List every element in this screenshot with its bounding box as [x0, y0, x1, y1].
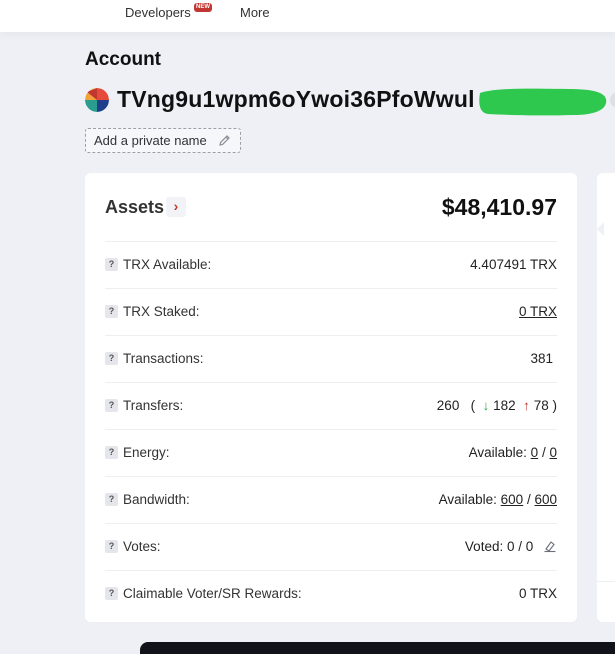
bandwidth-prefix: Available: [438, 492, 497, 507]
help-icon[interactable]: ? [105, 258, 118, 271]
bandwidth-used-link[interactable]: 600 [501, 492, 524, 507]
row-transactions: ? Transactions: 381 [105, 336, 557, 383]
help-icon[interactable]: ? [105, 352, 118, 365]
votes-value: Voted: 0 / 0 [465, 539, 557, 556]
help-icon[interactable]: ? [105, 540, 118, 553]
top-navigation: Developers NEW More [0, 0, 615, 32]
energy-value: Available: 0 / 0 [469, 445, 557, 460]
redaction-mark [479, 88, 607, 116]
separator: / [541, 445, 546, 460]
assets-total-value: $48,410.97 [441, 194, 557, 220]
bottom-dark-panel [140, 642, 615, 654]
energy-prefix: Available: [468, 445, 527, 460]
add-private-name-button[interactable]: Add a private name [85, 128, 241, 153]
row-value: 4.407491 TRX [470, 257, 557, 272]
pencil-icon [218, 134, 231, 150]
arrow-down-icon: ↓ [482, 398, 490, 413]
help-icon[interactable]: ? [105, 305, 118, 318]
help-icon[interactable]: ? [105, 446, 118, 459]
bandwidth-limit-link[interactable]: 600 [534, 492, 557, 507]
row-label: Transactions: [123, 351, 204, 366]
nav-more[interactable]: More [240, 5, 270, 20]
assets-header: Assets › $48,410.97 [105, 173, 557, 242]
row-claimable-rewards: ? Claimable Voter/SR Rewards: 0 TRX [105, 571, 557, 618]
row-label: TRX Available: [123, 257, 212, 272]
bandwidth-value: Available: 600 / 600 [439, 492, 557, 507]
row-label: Claimable Voter/SR Rewards: [123, 586, 302, 601]
trx-staked-link[interactable]: 0 TRX [519, 304, 557, 319]
account-avatar-icon [85, 88, 109, 112]
help-icon[interactable]: ? [105, 399, 118, 412]
nav-developers[interactable]: Developers NEW [125, 3, 212, 20]
energy-limit-link[interactable]: 0 [549, 445, 557, 460]
separator: / [526, 492, 531, 507]
row-label: Votes: [123, 539, 161, 554]
votes-text: Voted: 0 / 0 [464, 539, 534, 554]
row-label: TRX Staked: [123, 304, 200, 319]
panel-notch [597, 222, 604, 236]
transfers-total: 260 [436, 398, 460, 413]
transfers-out: 78 [533, 398, 549, 413]
vote-edit-icon[interactable] [543, 539, 557, 556]
energy-used-link[interactable]: 0 [531, 445, 539, 460]
copy-icon[interactable] [610, 92, 615, 108]
row-energy: ? Energy: Available: 0 / 0 [105, 430, 557, 477]
transfers-value: 260 ( ↓ 182 ↑ 78 ) [437, 398, 557, 413]
help-icon[interactable]: ? [105, 587, 118, 600]
divider [597, 581, 615, 582]
chevron-right-icon[interactable]: › [166, 197, 186, 217]
page-title: Account [85, 49, 161, 70]
row-label: Energy: [123, 445, 170, 460]
row-votes: ? Votes: Voted: 0 / 0 [105, 524, 557, 571]
help-icon[interactable]: ? [105, 493, 118, 506]
assets-card: Assets › $48,410.97 ? TRX Available: 4.4… [85, 173, 577, 622]
account-address: TVng9u1wpm6oYwoi36PfoWwul [117, 86, 475, 112]
row-value: 0 TRX [518, 586, 557, 601]
add-private-name-label: Add a private name [94, 133, 207, 148]
open-paren: ( [463, 398, 479, 413]
row-label: Transfers: [123, 398, 184, 413]
row-trx-available: ? TRX Available: 4.407491 TRX [105, 242, 557, 289]
row-bandwidth: ? Bandwidth: Available: 600 / 600 [105, 477, 557, 524]
row-trx-staked: ? TRX Staked: 0 TRX [105, 289, 557, 336]
row-transfers: ? Transfers: 260 ( ↓ 182 ↑ 78 ) [105, 383, 557, 430]
account-address-row: TVng9u1wpm6oYwoi36PfoWwul [85, 86, 615, 116]
row-value: 381 [530, 351, 553, 366]
nav-developers-label: Developers [125, 5, 191, 20]
row-label: Bandwidth: [123, 492, 190, 507]
assets-title: Assets [105, 197, 165, 217]
arrow-up-icon: ↑ [519, 398, 530, 413]
new-badge: NEW [194, 3, 212, 12]
transfers-in: 182 [493, 398, 516, 413]
close-paren: ) [552, 398, 558, 413]
side-panel [597, 173, 615, 622]
